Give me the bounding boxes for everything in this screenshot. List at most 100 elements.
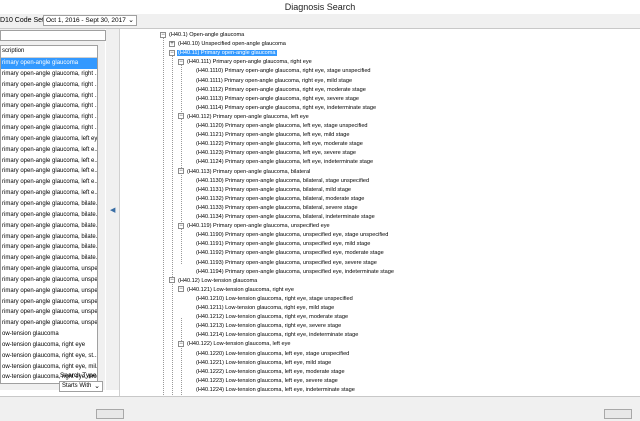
tree-node[interactable]: (H40.1112) Primary open-angle glaucoma, …	[195, 86, 367, 95]
list-item[interactable]: rimary open-angle glaucoma, bilate...	[1, 199, 97, 210]
tree-node[interactable]: (H40.1213) Low-tension glaucoma, right e…	[195, 322, 342, 331]
tree-node[interactable]: (H40.1134) Primary open-angle glaucoma, …	[195, 213, 376, 222]
tree-node-label[interactable]: (H40.1221) Low-tension glaucoma, left ey…	[195, 360, 332, 366]
expand-plus-icon[interactable]: +	[169, 40, 175, 47]
results-list[interactable]: scription rimary open-angle glaucoma rima…	[0, 45, 98, 384]
list-item[interactable]: rimary open-angle glaucoma, right ...	[1, 101, 97, 112]
collapse-minus-icon[interactable]: −	[169, 277, 175, 284]
tree-node[interactable]: (H40.1130) Primary open-angle glaucoma, …	[195, 177, 370, 186]
tree-node-label[interactable]: (H40.1110) Primary open-angle glaucoma, …	[195, 68, 372, 74]
tree-node-label[interactable]: (H40.121) Low-tension glaucoma, right ey…	[186, 287, 295, 293]
tree-node[interactable]: − (H40.111) Primary open-angle glaucoma, …	[178, 58, 313, 67]
collapse-minus-icon[interactable]: −	[178, 222, 184, 229]
list-item[interactable]: rimary open-angle glaucoma	[1, 58, 97, 69]
footer-button-right[interactable]	[604, 409, 632, 419]
list-item[interactable]: rimary open-angle glaucoma, bilate...	[1, 253, 97, 264]
tree-node-label[interactable]: (H40.1214) Low-tension glaucoma, right e…	[195, 332, 359, 338]
tree-node[interactable]: − (H40.121) Low-tension glaucoma, right e…	[178, 286, 295, 295]
list-item[interactable]: rimary open-angle glaucoma, bilate...	[1, 232, 97, 243]
tree-node-label[interactable]: (H40.1220) Low-tension glaucoma, left ey…	[195, 351, 350, 357]
tree-node[interactable]: (H40.1114) Primary open-angle glaucoma, …	[195, 104, 377, 113]
tree-node[interactable]: (H40.1214) Low-tension glaucoma, right e…	[195, 331, 359, 340]
tree-node[interactable]: − (H40.1) Open-angle glaucoma	[160, 31, 245, 40]
tree-node-label[interactable]: (H40.1212) Low-tension glaucoma, right e…	[195, 314, 349, 320]
tree-node[interactable]: (H40.1113) Primary open-angle glaucoma, …	[195, 95, 360, 104]
tree-node-label[interactable]: (H40.1122) Primary open-angle glaucoma, …	[195, 141, 364, 147]
tree-node-label[interactable]: (H40.12) Low-tension glaucoma	[177, 278, 258, 284]
tree-node[interactable]: − (H40.11) Primary open-angle glaucoma	[169, 49, 277, 58]
tree-node-label[interactable]: (H40.1131) Primary open-angle glaucoma, …	[195, 187, 352, 193]
tree-node-label[interactable]: (H40.111) Primary open-angle glaucoma, r…	[186, 59, 313, 65]
tree-node-label[interactable]: (H40.1134) Primary open-angle glaucoma, …	[195, 214, 376, 220]
tree-node[interactable]: (H40.1194) Primary open-angle glaucoma, …	[195, 268, 395, 277]
tree-node[interactable]: (H40.1120) Primary open-angle glaucoma, …	[195, 122, 369, 131]
tree-node[interactable]: − (H40.113) Primary open-angle glaucoma, …	[178, 168, 311, 177]
tree-node-label[interactable]: (H40.1222) Low-tension glaucoma, left ey…	[195, 369, 346, 375]
search-type-select[interactable]: Starts With ⌄	[59, 381, 103, 392]
collapse-minus-icon[interactable]: −	[169, 49, 175, 56]
tree-node-label[interactable]: (H40.1223) Low-tension glaucoma, left ey…	[195, 378, 339, 384]
collapse-minus-icon[interactable]: −	[178, 113, 184, 120]
tree-node[interactable]: (H40.1193) Primary open-angle glaucoma, …	[195, 259, 378, 268]
tree-node[interactable]: (H40.1132) Primary open-angle glaucoma, …	[195, 195, 365, 204]
list-item[interactable]: rimary open-angle glaucoma, unspe...	[1, 275, 97, 286]
collapse-minus-icon[interactable]: −	[178, 340, 184, 347]
diagnosis-tree[interactable]: − (H40.1) Open-angle glaucoma + (H40.10) Un…	[119, 29, 640, 396]
tree-node-label[interactable]: (H40.1124) Primary open-angle glaucoma, …	[195, 159, 374, 165]
list-item[interactable]: rimary open-angle glaucoma, left e...	[1, 166, 97, 177]
tree-node-label[interactable]: (H40.1210) Low-tension glaucoma, right e…	[195, 296, 354, 302]
description-column-header[interactable]: scription	[1, 46, 97, 58]
tree-node[interactable]: (H40.1212) Low-tension glaucoma, right e…	[195, 313, 349, 322]
tree-node[interactable]: − (H40.119) Primary open-angle glaucoma, …	[178, 222, 331, 231]
tree-node-label[interactable]: (H40.1211) Low-tension glaucoma, right e…	[195, 305, 335, 311]
tree-node[interactable]: (H40.1211) Low-tension glaucoma, right e…	[195, 304, 335, 313]
list-item[interactable]: rimary open-angle glaucoma, left e...	[1, 188, 97, 199]
tree-node-label[interactable]: (H40.1194) Primary open-angle glaucoma, …	[195, 269, 395, 275]
list-item[interactable]: rimary open-angle glaucoma, bilate...	[1, 210, 97, 221]
tree-node-label[interactable]: (H40.122) Low-tension glaucoma, left eye	[186, 341, 292, 347]
tree-node[interactable]: (H40.1133) Primary open-angle glaucoma, …	[195, 204, 359, 213]
list-item[interactable]: rimary open-angle glaucoma, right ...	[1, 123, 97, 134]
tree-node-label[interactable]: (H40.1191) Primary open-angle glaucoma, …	[195, 241, 371, 247]
list-item[interactable]: rimary open-angle glaucoma, unspe...	[1, 264, 97, 275]
tree-node[interactable]: (H40.1110) Primary open-angle glaucoma, …	[195, 67, 372, 76]
tree-node[interactable]: (H40.1111) Primary open-angle glaucoma, …	[195, 77, 353, 86]
footer-button-left[interactable]	[96, 409, 124, 419]
list-item[interactable]: rimary open-angle glaucoma, left e...	[1, 145, 97, 156]
tree-node[interactable]: (H40.1223) Low-tension glaucoma, left ey…	[195, 377, 339, 386]
list-item[interactable]: rimary open-angle glaucoma, left e...	[1, 177, 97, 188]
tree-node-label[interactable]: (H40.1113) Primary open-angle glaucoma, …	[195, 96, 360, 102]
list-item[interactable]: ow-tension glaucoma, right eye, mil...	[1, 362, 97, 373]
tree-node-label[interactable]: (H40.1123) Primary open-angle glaucoma, …	[195, 150, 357, 156]
list-item[interactable]: rimary open-angle glaucoma, left e...	[1, 156, 97, 167]
list-item[interactable]: rimary open-angle glaucoma, bilate...	[1, 242, 97, 253]
list-item[interactable]: rimary open-angle glaucoma, right ...	[1, 80, 97, 91]
list-item[interactable]: rimary open-angle glaucoma, left eye	[1, 134, 97, 145]
tree-node[interactable]: (H40.1220) Low-tension glaucoma, left ey…	[195, 350, 350, 359]
tree-node[interactable]: − (H40.122) Low-tension glaucoma, left ey…	[178, 340, 292, 349]
tree-node-label[interactable]: (H40.1114) Primary open-angle glaucoma, …	[195, 105, 377, 111]
list-item[interactable]: rimary open-angle glaucoma, unspe...	[1, 307, 97, 318]
tree-node-label[interactable]: (H40.1213) Low-tension glaucoma, right e…	[195, 323, 342, 329]
tree-node-label[interactable]: (H40.10) Unspecified open-angle glaucoma	[177, 41, 287, 47]
collapse-left-arrow-icon[interactable]: ◀	[110, 206, 115, 214]
list-item[interactable]: ow-tension glaucoma, right eye	[1, 340, 97, 351]
tree-node[interactable]: (H40.1121) Primary open-angle glaucoma, …	[195, 131, 351, 140]
tree-node[interactable]: − (H40.112) Primary open-angle glaucoma, …	[178, 113, 310, 122]
tree-node[interactable]: (H40.1224) Low-tension glaucoma, left ey…	[195, 386, 356, 395]
pane-splitter[interactable]: ◀	[106, 29, 119, 390]
list-item[interactable]: rimary open-angle glaucoma, unspe...	[1, 318, 97, 329]
tree-node-label[interactable]: (H40.1130) Primary open-angle glaucoma, …	[195, 178, 370, 184]
tree-node-label[interactable]: (H40.1132) Primary open-angle glaucoma, …	[195, 196, 365, 202]
codeset-select[interactable]: Oct 1, 2016 - Sept 30, 2017 ⌄	[43, 15, 137, 26]
list-item[interactable]: rimary open-angle glaucoma, bilate...	[1, 221, 97, 232]
tree-node[interactable]: (H40.1131) Primary open-angle glaucoma, …	[195, 186, 352, 195]
tree-node-label[interactable]: (H40.113) Primary open-angle glaucoma, b…	[186, 169, 311, 175]
collapse-minus-icon[interactable]: −	[160, 31, 166, 38]
tree-node[interactable]: (H40.1222) Low-tension glaucoma, left ey…	[195, 368, 346, 377]
tree-node-label[interactable]: (H40.11) Primary open-angle glaucoma	[177, 50, 277, 57]
list-item[interactable]: rimary open-angle glaucoma, unspe...	[1, 286, 97, 297]
tree-node-label[interactable]: (H40.1192) Primary open-angle glaucoma, …	[195, 250, 385, 256]
tree-node[interactable]: (H40.1124) Primary open-angle glaucoma, …	[195, 158, 374, 167]
tree-node-label[interactable]: (H40.1) Open-angle glaucoma	[168, 32, 245, 38]
